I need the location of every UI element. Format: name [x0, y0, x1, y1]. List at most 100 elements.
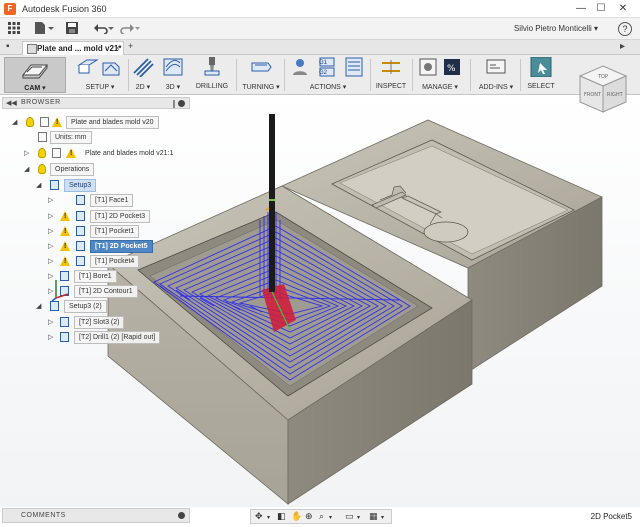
visibility-bulb-icon[interactable]: [38, 164, 46, 174]
drill-operation-icon: [60, 332, 69, 342]
setup-label: SETUP ▾: [85, 84, 115, 91]
file-icon[interactable]: [34, 22, 54, 36]
viewcube-top-label[interactable]: TOP: [597, 74, 608, 80]
collapse-arrow-icon[interactable]: ◢: [36, 181, 43, 190]
tree-operation[interactable]: ▷ [T1] Pocket4: [48, 255, 168, 268]
close-window-button[interactable]: ✕: [616, 2, 630, 16]
comments-panel[interactable]: COMMENTS: [2, 508, 190, 523]
tree-operation[interactable]: ▷ [T1] Pocket1: [48, 225, 168, 238]
expand-arrow-icon[interactable]: ▷: [24, 149, 31, 158]
save-icon[interactable]: [66, 22, 78, 36]
viewcube-right-label[interactable]: RIGHT: [607, 92, 624, 98]
units-icon: [38, 132, 47, 142]
manage-label: MANAGE ▾: [422, 84, 458, 91]
2d-menu[interactable]: 2D ▾: [130, 57, 156, 93]
zoom-dropdown-icon[interactable]: ▾: [329, 514, 332, 521]
tree-operation[interactable]: ▷ [T1] Face1: [48, 194, 158, 207]
setup-menu[interactable]: SETUP ▾: [74, 57, 126, 93]
drilling-button[interactable]: DRILLING: [192, 57, 232, 93]
expand-arrow-icon[interactable]: ▷: [48, 257, 55, 266]
pocket-operation-icon: [76, 226, 85, 236]
browser-title: BROWSER: [21, 99, 61, 106]
expand-arrow-icon[interactable]: ▷: [48, 318, 55, 327]
setup-icon: [77, 59, 120, 76]
undo-icon[interactable]: [94, 22, 114, 36]
3d-menu[interactable]: 3D ▾: [160, 57, 186, 93]
turning-menu[interactable]: TURNING ▾: [240, 57, 282, 93]
tree-units[interactable]: Units: mm: [28, 131, 148, 144]
tree-operation[interactable]: ▷ [T1] 2D Pocket3: [48, 210, 188, 223]
zoom-icon[interactable]: ⊕: [305, 511, 313, 522]
maximize-button[interactable]: ☐: [594, 2, 608, 16]
collapse-browser-icon[interactable]: ◀◀: [6, 99, 17, 107]
display-settings-icon[interactable]: ▭: [345, 511, 354, 522]
collapse-arrow-icon[interactable]: ◢: [36, 302, 43, 311]
add-ins-icon: [486, 59, 506, 74]
select-menu[interactable]: SELECT: [524, 57, 558, 93]
tree-operation-selected[interactable]: ▷ [T1] 2D Pocket5: [48, 240, 188, 253]
pan-icon[interactable]: ✋: [291, 511, 302, 522]
tree-setup[interactable]: ◢ Setup3: [36, 179, 156, 192]
expand-arrow-icon[interactable]: ▷: [48, 212, 55, 221]
help-button[interactable]: ?: [618, 22, 632, 36]
expand-arrow-icon[interactable]: ▷: [48, 227, 55, 236]
minimize-button[interactable]: —: [574, 2, 588, 16]
visibility-bulb-icon[interactable]: [26, 117, 34, 127]
tree-operation[interactable]: ▷ [T2] Slot3 (2): [48, 316, 168, 329]
collapse-arrow-icon[interactable]: ◢: [12, 118, 19, 127]
tab-list-icon[interactable]: ▪: [6, 41, 10, 52]
tree-operations[interactable]: ◢ Operations: [24, 163, 164, 176]
fit-icon[interactable]: ⌕: [319, 511, 324, 522]
ribbon-divider: [370, 59, 371, 91]
operation-label: [T1] 2D Pocket3: [90, 210, 151, 223]
document-tab-bar: Plate and ... mold v21* × ▪ + ▸: [0, 40, 640, 55]
expand-arrow-icon[interactable]: ▷: [48, 196, 55, 205]
visibility-bulb-icon[interactable]: [38, 148, 46, 158]
orbit-icon[interactable]: ✥: [255, 511, 263, 522]
manage-menu[interactable]: % MANAGE ▾: [414, 57, 466, 93]
workspace-switcher[interactable]: CAM ▾: [4, 57, 66, 93]
ribbon-divider: [520, 59, 521, 91]
viewcube[interactable]: TOP FRONT RIGHT: [576, 62, 630, 116]
3d-label: 3D ▾: [165, 84, 181, 91]
tree-linked-component[interactable]: ▷ Plate and blades mold v21:1: [24, 147, 190, 160]
expand-arrow-icon[interactable]: ▷: [48, 242, 55, 251]
grid-settings-icon[interactable]: ▦: [369, 511, 378, 522]
close-tab-button[interactable]: ×: [115, 43, 120, 53]
collapse-arrow-icon[interactable]: ◢: [24, 165, 31, 174]
units-label: Units: mm: [50, 131, 92, 144]
actions-menu[interactable]: G1 G2 ACTIONS ▾: [288, 57, 368, 93]
manage-icons: %: [419, 58, 460, 76]
g2-badge: G2: [319, 70, 328, 76]
browser-options-icon[interactable]: [178, 100, 185, 107]
add-ins-menu[interactable]: ADD-INS ▾: [476, 57, 516, 93]
tree-root[interactable]: ◢ Plate and blades mold v20: [12, 116, 190, 129]
look-at-icon[interactable]: ◧: [277, 511, 286, 522]
display-dropdown-icon[interactable]: ▾: [357, 514, 360, 521]
cam-workspace-icon: [21, 64, 49, 79]
document-tab[interactable]: Plate and ... mold v21* ×: [22, 41, 124, 55]
document-icon: [27, 44, 37, 54]
ribbon-divider: [236, 59, 237, 91]
tab-scroll-icon[interactable]: ▸: [620, 41, 625, 52]
browser-header[interactable]: ◀◀ BROWSER: [2, 97, 190, 109]
browser-pin-icon[interactable]: [173, 100, 175, 108]
viewcube-front-label[interactable]: FRONT: [584, 92, 602, 98]
redo-icon[interactable]: [120, 22, 140, 36]
3d-toolpath-icon: [163, 58, 183, 76]
turning-icon: [251, 62, 272, 72]
expand-arrow-icon[interactable]: ▷: [48, 333, 55, 342]
turning-label: TURNING ▾: [242, 84, 280, 91]
comments-add-icon[interactable]: [178, 512, 185, 519]
linked-component-label: Plate and blades mold v21:1: [85, 150, 174, 157]
grid-icon[interactable]: [8, 22, 20, 36]
tree-operation[interactable]: ▷ [T2] Drill1 (2) [Rapid out]: [48, 331, 188, 344]
new-tab-icon[interactable]: +: [128, 41, 133, 51]
grid-dropdown-icon[interactable]: ▾: [381, 514, 384, 521]
user-menu[interactable]: Silvio Pietro Monticelli ▾: [514, 24, 598, 33]
window-title: Autodesk Fusion 360: [22, 4, 107, 14]
actions-icons: [293, 57, 363, 77]
inspect-menu[interactable]: INSPECT: [374, 57, 408, 93]
orbit-dropdown-icon[interactable]: ▾: [267, 514, 270, 521]
document-tab-label: Plate and ... mold v21*: [37, 44, 122, 53]
